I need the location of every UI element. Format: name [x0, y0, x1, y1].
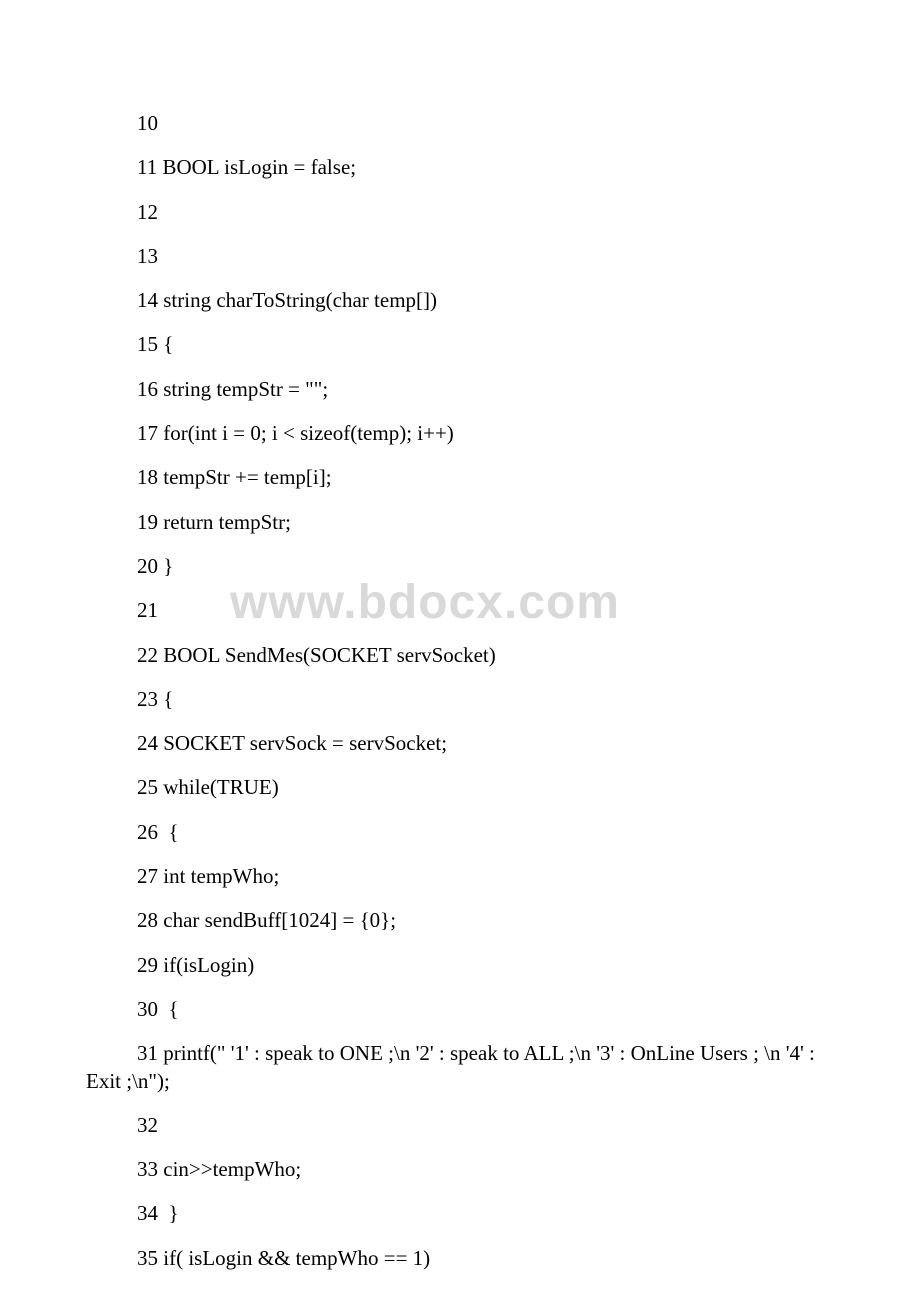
code-line-29: 29 if(isLogin)	[137, 952, 920, 979]
code-line-14: 14 string charToString(char temp[])	[137, 287, 920, 314]
code-line-20: 20 }	[137, 553, 920, 580]
code-line-28: 28 char sendBuff[1024] = {0};	[137, 907, 920, 934]
code-line-18: 18 tempStr += temp[i];	[137, 464, 920, 491]
code-line-13: 13	[137, 243, 920, 270]
code-line-30: 30 {	[137, 996, 920, 1023]
code-line-34: 34 }	[137, 1200, 920, 1227]
code-line-11: 11 BOOL isLogin = false;	[137, 154, 920, 181]
code-line-15: 15 {	[137, 331, 920, 358]
code-line-27: 27 int tempWho;	[137, 863, 920, 890]
code-line-32: 32	[137, 1112, 920, 1139]
code-line-23: 23 {	[137, 686, 920, 713]
code-line-26: 26 {	[137, 819, 920, 846]
code-line-16: 16 string tempStr = "";	[137, 376, 920, 403]
code-line-21: 21	[137, 597, 920, 624]
code-line-19: 19 return tempStr;	[137, 509, 920, 536]
code-line-24: 24 SOCKET servSock = servSocket;	[137, 730, 920, 757]
code-line-31-text: 31 printf(" '1' : speak to ONE ;\n '2' :…	[86, 1041, 815, 1092]
code-line-17: 17 for(int i = 0; i < sizeof(temp); i++)	[137, 420, 920, 447]
code-line-22: 22 BOOL SendMes(SOCKET servSocket)	[137, 642, 920, 669]
code-line-35: 35 if( isLogin && tempWho == 1)	[137, 1245, 920, 1272]
code-line-33: 33 cin>>tempWho;	[137, 1156, 920, 1183]
code-line-12: 12	[137, 199, 920, 226]
code-line-31: 31 printf(" '1' : speak to ONE ;\n '2' :…	[86, 1040, 920, 1095]
code-line-25: 25 while(TRUE)	[137, 774, 920, 801]
code-line-10: 10	[137, 110, 920, 137]
